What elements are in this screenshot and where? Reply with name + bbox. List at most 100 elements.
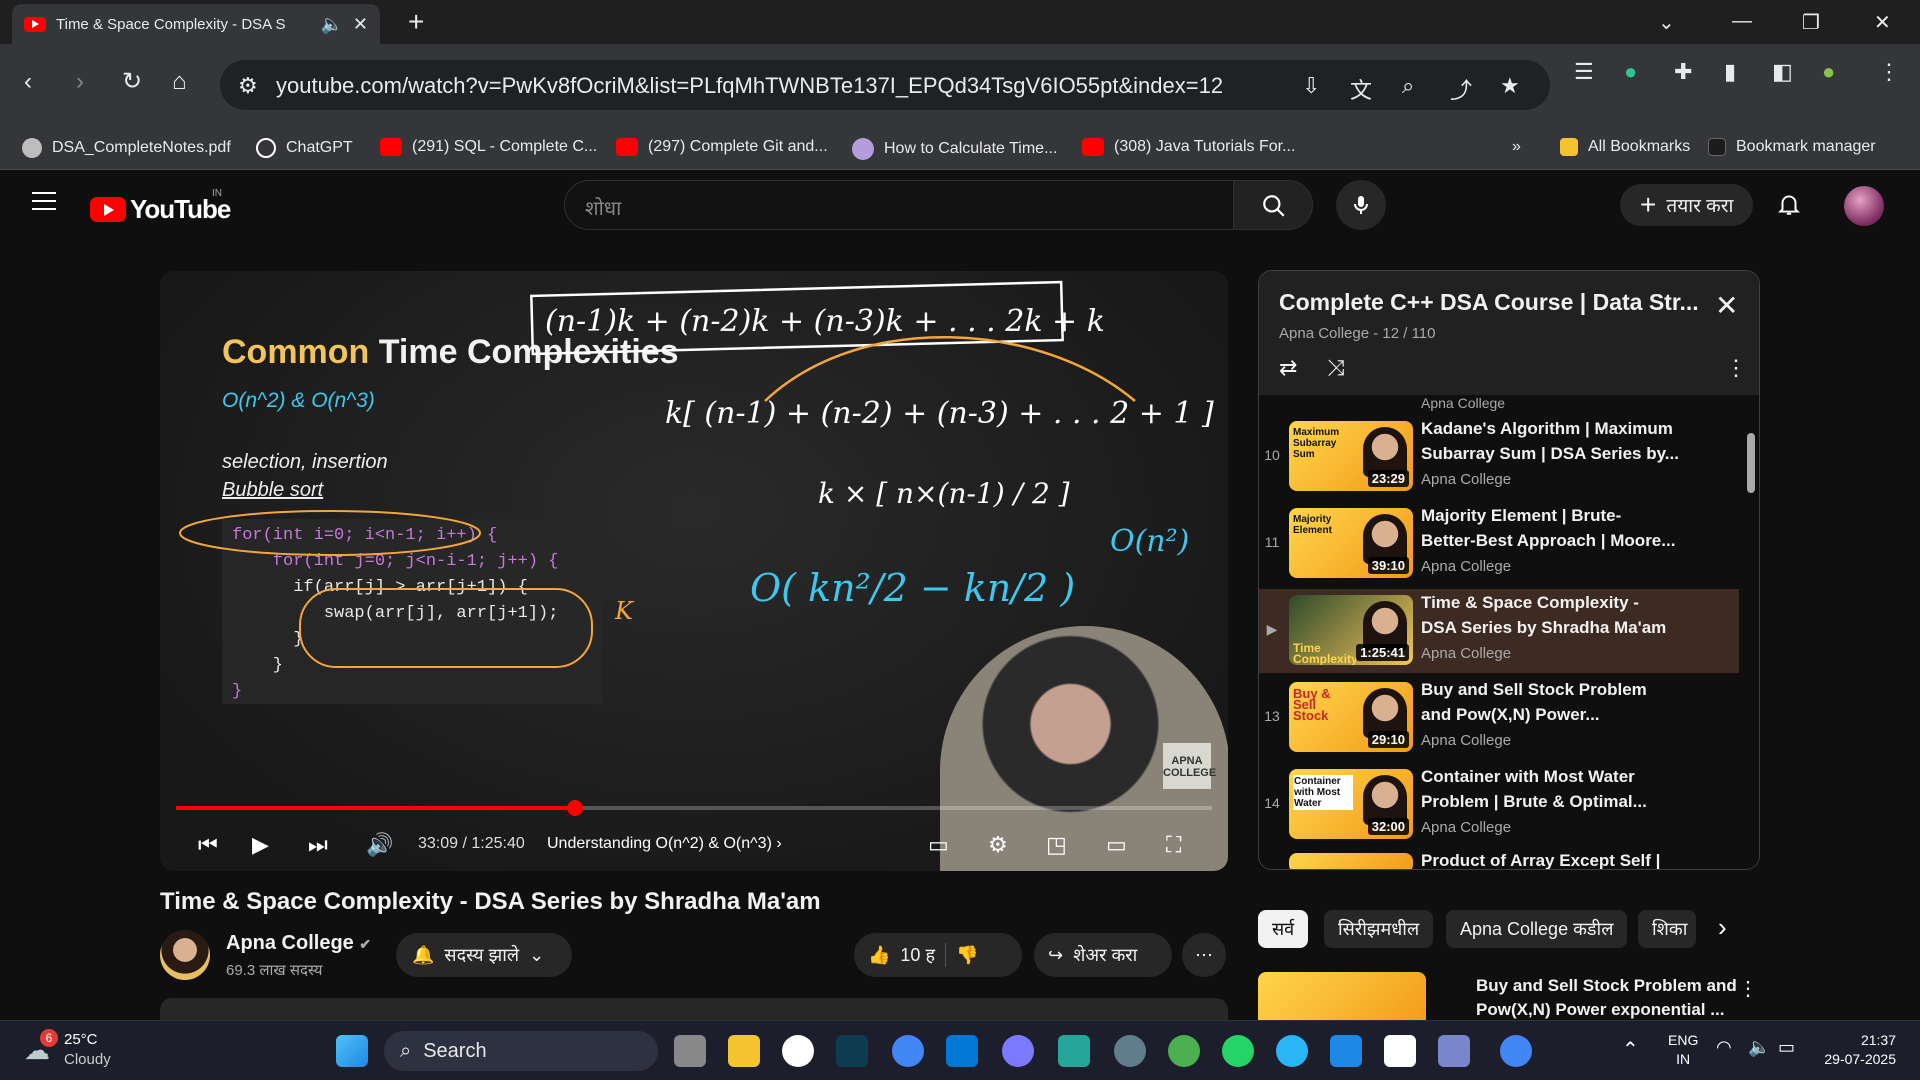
create-button[interactable]: + तयार करा [1620, 184, 1754, 226]
playlist-item-current[interactable]: ▶ Time Complexity 1:25:41 Time & Space Co… [1259, 589, 1739, 673]
new-tab-button[interactable]: + [408, 8, 424, 36]
notes-icon[interactable] [1330, 1035, 1362, 1067]
battery-icon[interactable]: ▭ [1778, 1037, 1795, 1058]
back-button[interactable]: ‹ [24, 70, 32, 94]
bookmarks-icon[interactable]: ▮ [1724, 59, 1736, 85]
bookmark-star-icon[interactable]: ★ [1500, 73, 1520, 99]
whatsapp-icon[interactable] [1222, 1035, 1254, 1067]
active-app-icon[interactable] [1058, 1035, 1090, 1067]
video-player[interactable]: Common Time Complexities O(n^2) & O(n^3)… [160, 271, 1228, 871]
security-icon[interactable] [1438, 1035, 1470, 1067]
site-info-icon[interactable]: ⚙ [238, 73, 258, 99]
extension-grammarly-icon[interactable]: ● [1624, 59, 1637, 85]
chip-all[interactable]: सर्व [1258, 910, 1309, 948]
chip-from-channel[interactable]: Apna College कडील [1446, 910, 1628, 948]
browser-tab-active[interactable]: Time & Space Complexity - DSA S 🔈 ✕ [12, 4, 380, 44]
document-icon[interactable] [1384, 1035, 1416, 1067]
recommendation-menu-icon[interactable]: ⋮ [1738, 976, 1758, 1001]
bookmark-manager-button[interactable]: Bookmark manager [1708, 138, 1876, 156]
settings-icon[interactable] [1114, 1035, 1146, 1067]
weather-widget[interactable]: ☁ 6 25°C Cloudy [20, 1029, 160, 1073]
telegram-icon[interactable] [1276, 1035, 1308, 1067]
playlist-scrollbar[interactable] [1747, 433, 1755, 493]
channel-name[interactable]: Apna College ✔ [226, 932, 371, 955]
channel-avatar[interactable] [160, 930, 210, 980]
fullscreen-icon[interactable]: ⛶ [1166, 833, 1181, 857]
playlist-menu-icon[interactable]: ⋮ [1725, 355, 1747, 381]
home-button[interactable]: ⌂ [172, 70, 187, 94]
share-icon[interactable]: ⤴ [1450, 73, 1472, 105]
recommendation-card[interactable]: Buy and Sell Stock Problem and Pow(X,N) … [1258, 972, 1760, 1020]
file-explorer-icon[interactable] [728, 1035, 760, 1067]
settings-gear-icon[interactable]: ⚙ [988, 833, 1008, 857]
clock[interactable]: 21:37 29-07-2025 [1812, 1031, 1896, 1069]
playlist-item[interactable]: 11 Majority Element 39:10 Majority Elemen… [1259, 502, 1739, 586]
address-bar[interactable]: ⚙ youtube.com/watch?v=PwKv8fOcriM&list=P… [220, 60, 1550, 110]
vscode-icon[interactable] [946, 1035, 978, 1067]
subtitles-icon[interactable]: ▭ [928, 833, 949, 857]
search-input[interactable]: शोधा [564, 180, 1234, 230]
youtube-logo[interactable]: YouTube [90, 194, 231, 225]
chrome-alt-icon[interactable] [1500, 1035, 1532, 1067]
perplexity-icon[interactable] [836, 1035, 868, 1067]
subscribed-button[interactable]: 🔔 सदस्य झाले ⌄ [396, 933, 572, 977]
chapter-button[interactable]: Understanding O(n^2) & O(n^3) › [547, 835, 782, 853]
playlist-title[interactable]: Complete C++ DSA Course | Data Str... [1279, 289, 1699, 316]
volume-icon[interactable]: 🔊 [366, 833, 393, 857]
reload-button[interactable]: ↻ [122, 70, 142, 94]
voice-search-button[interactable] [1336, 180, 1386, 230]
bookmarks-overflow-button[interactable]: » [1512, 138, 1521, 156]
like-button[interactable]: 👍 10 ह [868, 943, 935, 967]
next-button[interactable]: ⏭ [308, 833, 328, 857]
translate-icon[interactable]: 文 [1350, 73, 1372, 105]
chatgpt-app-icon[interactable] [782, 1035, 814, 1067]
app-icon[interactable] [1002, 1035, 1034, 1067]
more-actions-button[interactable]: ⋯ [1182, 933, 1226, 977]
chips-next-chevron-icon[interactable]: › [1718, 912, 1727, 943]
taskbar-search[interactable]: ⌕ Search [384, 1031, 658, 1071]
shuffle-icon[interactable]: ⤨ [1327, 355, 1345, 381]
windows-start-icon[interactable] [336, 1035, 368, 1067]
browser-menu-icon[interactable]: ⋮ [1878, 59, 1900, 85]
playlist-item-partial[interactable]: Product of Array Except Self | [1259, 849, 1739, 869]
forward-button[interactable]: › [76, 70, 84, 94]
tab-close-icon[interactable]: ✕ [353, 14, 368, 35]
playlist-item[interactable]: 13 Buy & Sell Stock 29:10 Buy and Sell St… [1259, 676, 1739, 760]
miniplayer-icon[interactable]: ◳ [1046, 833, 1067, 857]
tray-overflow-icon[interactable]: ⌃ [1622, 1037, 1639, 1062]
play-button[interactable]: ▶ [252, 833, 269, 857]
account-avatar[interactable] [1844, 186, 1884, 226]
zoom-icon[interactable]: ⌕ [1402, 73, 1414, 99]
search-button[interactable] [1233, 180, 1313, 230]
bookmark-item[interactable]: DSA_CompleteNotes.pdf [22, 138, 231, 158]
all-bookmarks-button[interactable]: All Bookmarks [1560, 138, 1690, 156]
volume-tray-icon[interactable]: 🔈 [1748, 1037, 1770, 1058]
progress-bar[interactable] [176, 800, 1212, 816]
restore-button[interactable]: ❐ [1802, 10, 1820, 35]
wifi-icon[interactable]: ◠ [1716, 1037, 1732, 1058]
menu-icon[interactable] [32, 192, 56, 216]
media-controls-icon[interactable]: ☰ [1574, 59, 1594, 85]
bookmark-item[interactable]: How to Calculate Time... [852, 138, 1057, 160]
chip-learn[interactable]: शिका [1638, 910, 1696, 948]
playlist-item[interactable]: 14 Container with Most Water 32:00 Contai… [1259, 763, 1739, 847]
close-window-button[interactable]: ✕ [1874, 10, 1891, 35]
playlist-item[interactable]: 10 Maximum Subarray Sum 23:29 Kadane's Al… [1259, 415, 1739, 499]
loop-icon[interactable]: ⇄ [1279, 355, 1297, 381]
profile-icon[interactable]: ● [1822, 59, 1835, 85]
bookmark-item[interactable]: (291) SQL - Complete C... [380, 138, 597, 156]
close-icon[interactable]: ✕ [1715, 289, 1738, 322]
install-app-icon[interactable]: ⇩ [1302, 73, 1320, 99]
extensions-icon[interactable]: ✚ [1674, 59, 1692, 85]
share-button[interactable]: ↪ शेअर करा [1034, 933, 1172, 977]
task-view-icon[interactable] [674, 1035, 706, 1067]
chrome-icon[interactable] [1168, 1035, 1200, 1067]
previous-button[interactable]: ⏮ [198, 833, 218, 857]
chip-from-series[interactable]: सिरीझमधील [1324, 910, 1434, 948]
theater-mode-icon[interactable]: ▭ [1106, 833, 1127, 857]
bookmark-item[interactable]: ChatGPT [256, 138, 353, 158]
notifications-bell-icon[interactable] [1776, 190, 1802, 223]
language-indicator[interactable]: ENG IN [1668, 1031, 1698, 1069]
side-panel-icon[interactable]: ◧ [1772, 59, 1793, 85]
bookmark-item[interactable]: (297) Complete Git and... [616, 138, 828, 156]
